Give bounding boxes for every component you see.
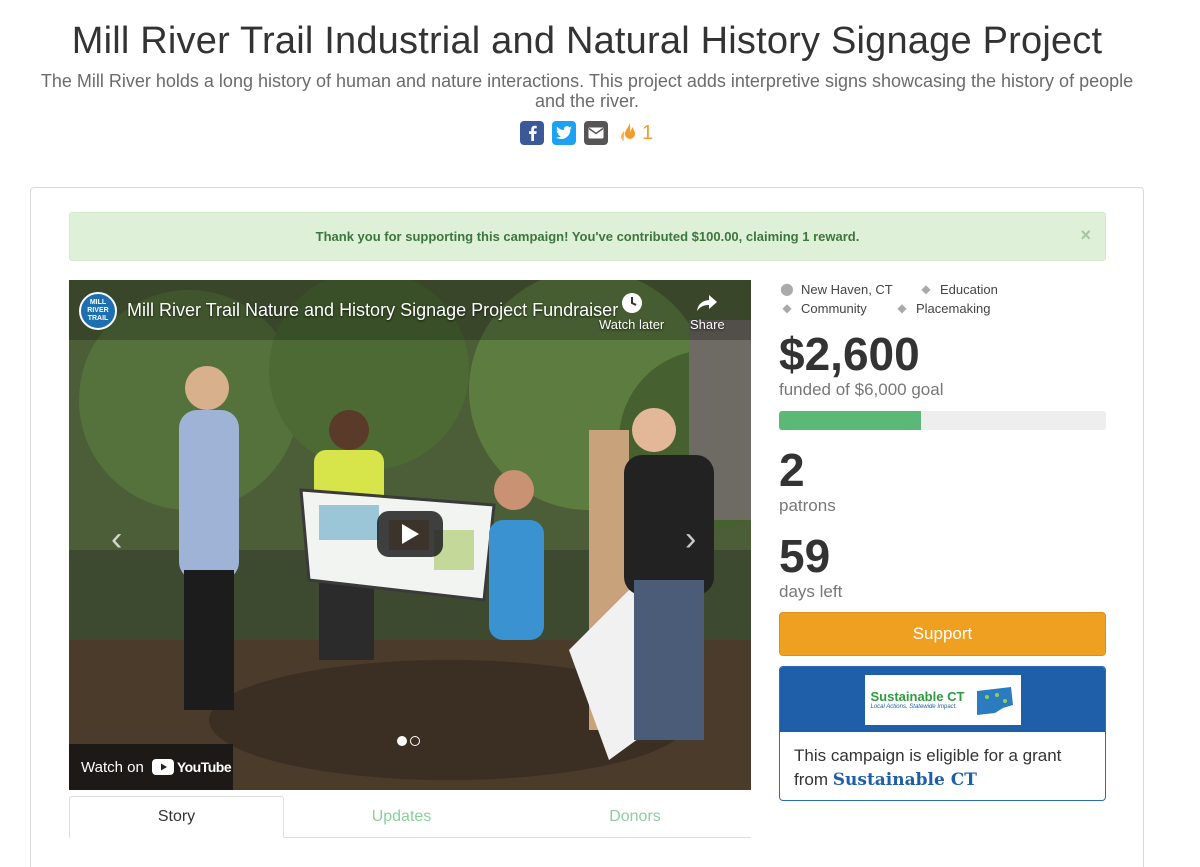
facebook-share-button[interactable]	[520, 121, 544, 145]
play-button[interactable]	[377, 511, 443, 557]
tag-location[interactable]: ⬤ New Haven, CT	[779, 280, 918, 299]
share-label: Share	[690, 317, 725, 332]
slide-indicators	[397, 736, 420, 746]
youtube-brand: YouTube	[151, 759, 232, 775]
youtube-label: YouTube	[176, 759, 232, 775]
twitter-share-button[interactable]	[552, 121, 576, 145]
tag-community[interactable]: ◆ Community	[779, 299, 894, 318]
page-subtitle: The Mill River holds a long history of h…	[40, 71, 1134, 111]
alert-message: Thank you for supporting this campaign! …	[315, 229, 860, 244]
campaign-tags: ⬤ New Haven, CT ◆ Education ◆ Community …	[779, 280, 1106, 318]
connecticut-map-icon	[976, 686, 1013, 715]
facebook-icon	[529, 125, 537, 141]
campaign-card: Thank you for supporting this campaign! …	[30, 187, 1144, 867]
share-row: 1	[520, 120, 653, 146]
patrons-label: patrons	[779, 496, 836, 515]
watch-on-label: Watch on	[81, 758, 144, 776]
envelope-icon	[588, 127, 604, 139]
tag-placemaking[interactable]: ◆ Placemaking	[894, 299, 990, 318]
clock-icon	[621, 293, 642, 313]
page-title: Mill River Trail Industrial and Natural …	[71, 20, 1103, 62]
watch-later-label: Watch later	[599, 317, 665, 332]
contribution-alert: Thank you for supporting this campaign! …	[69, 212, 1106, 261]
flame-icon	[621, 123, 635, 141]
logo-tagline: Local Actions. Statewide Impact.	[870, 704, 958, 710]
grant-box: Sustainable CT Local Actions. Statewide …	[779, 666, 1106, 801]
tag-education-label: Education	[940, 282, 998, 297]
flame-count-label: 1	[642, 121, 654, 144]
share-video-button[interactable]: Share	[690, 292, 725, 332]
tab-donors[interactable]: Donors	[519, 796, 751, 838]
slide-dot-1[interactable]	[397, 736, 407, 746]
chevron-right-icon[interactable]: ›	[685, 520, 696, 559]
tag-community-label: Community	[801, 301, 867, 316]
share-arrow-icon	[697, 295, 718, 311]
funded-amount: $2,600	[779, 328, 920, 380]
logo-title: Sustainable CT	[870, 689, 965, 704]
flame-counter[interactable]: 1	[620, 122, 653, 145]
map-marker-icon: ⬤	[780, 282, 794, 296]
funding-progress-bar	[779, 411, 1106, 430]
tag-education[interactable]: ◆ Education	[918, 280, 998, 299]
tag-icon: ◆	[897, 301, 907, 315]
close-icon[interactable]: ×	[1080, 225, 1091, 246]
tag-placemaking-label: Placemaking	[916, 301, 991, 316]
campaign-sidebar: ⬤ New Haven, CT ◆ Education ◆ Community …	[779, 280, 1106, 801]
slide-dot-2[interactable]	[410, 736, 420, 746]
funded-goal-label: funded of $6,000 goal	[779, 380, 944, 399]
days-left-count: 59	[779, 530, 831, 582]
chevron-left-icon[interactable]: ‹	[111, 520, 122, 559]
play-icon	[402, 524, 419, 544]
tag-location-label: New Haven, CT	[801, 282, 893, 297]
video-player[interactable]: MILL RIVER TRAIL Mill River Trail Nature…	[69, 280, 751, 790]
video-title[interactable]: Mill River Trail Nature and History Sign…	[127, 300, 618, 321]
watch-on-youtube-button[interactable]: Watch on YouTube	[69, 744, 233, 790]
twitter-icon	[556, 126, 572, 139]
tab-updates[interactable]: Updates	[284, 796, 519, 838]
grant-header: Sustainable CT Local Actions. Statewide …	[780, 667, 1105, 732]
campaign-tabs: Story Updates Donors	[69, 796, 751, 838]
funding-progress-fill	[779, 411, 921, 430]
days-left-label: days left	[779, 582, 843, 601]
email-share-button[interactable]	[584, 121, 608, 145]
patrons-count: 2	[779, 444, 805, 496]
sustainable-ct-logo[interactable]: Sustainable CT Local Actions. Statewide …	[864, 674, 1021, 725]
youtube-icon	[151, 759, 174, 775]
grant-text: This campaign is eligible for a grant fr…	[780, 732, 1105, 800]
tag-icon: ◆	[921, 282, 931, 296]
watch-later-button[interactable]: Watch later	[599, 292, 664, 332]
support-button[interactable]: Support	[779, 612, 1106, 656]
channel-logo[interactable]: MILL RIVER TRAIL	[79, 292, 117, 330]
tab-story[interactable]: Story	[69, 796, 284, 838]
sustainable-ct-link[interactable]: Sustainable CT	[833, 770, 977, 790]
tag-icon: ◆	[782, 301, 792, 315]
